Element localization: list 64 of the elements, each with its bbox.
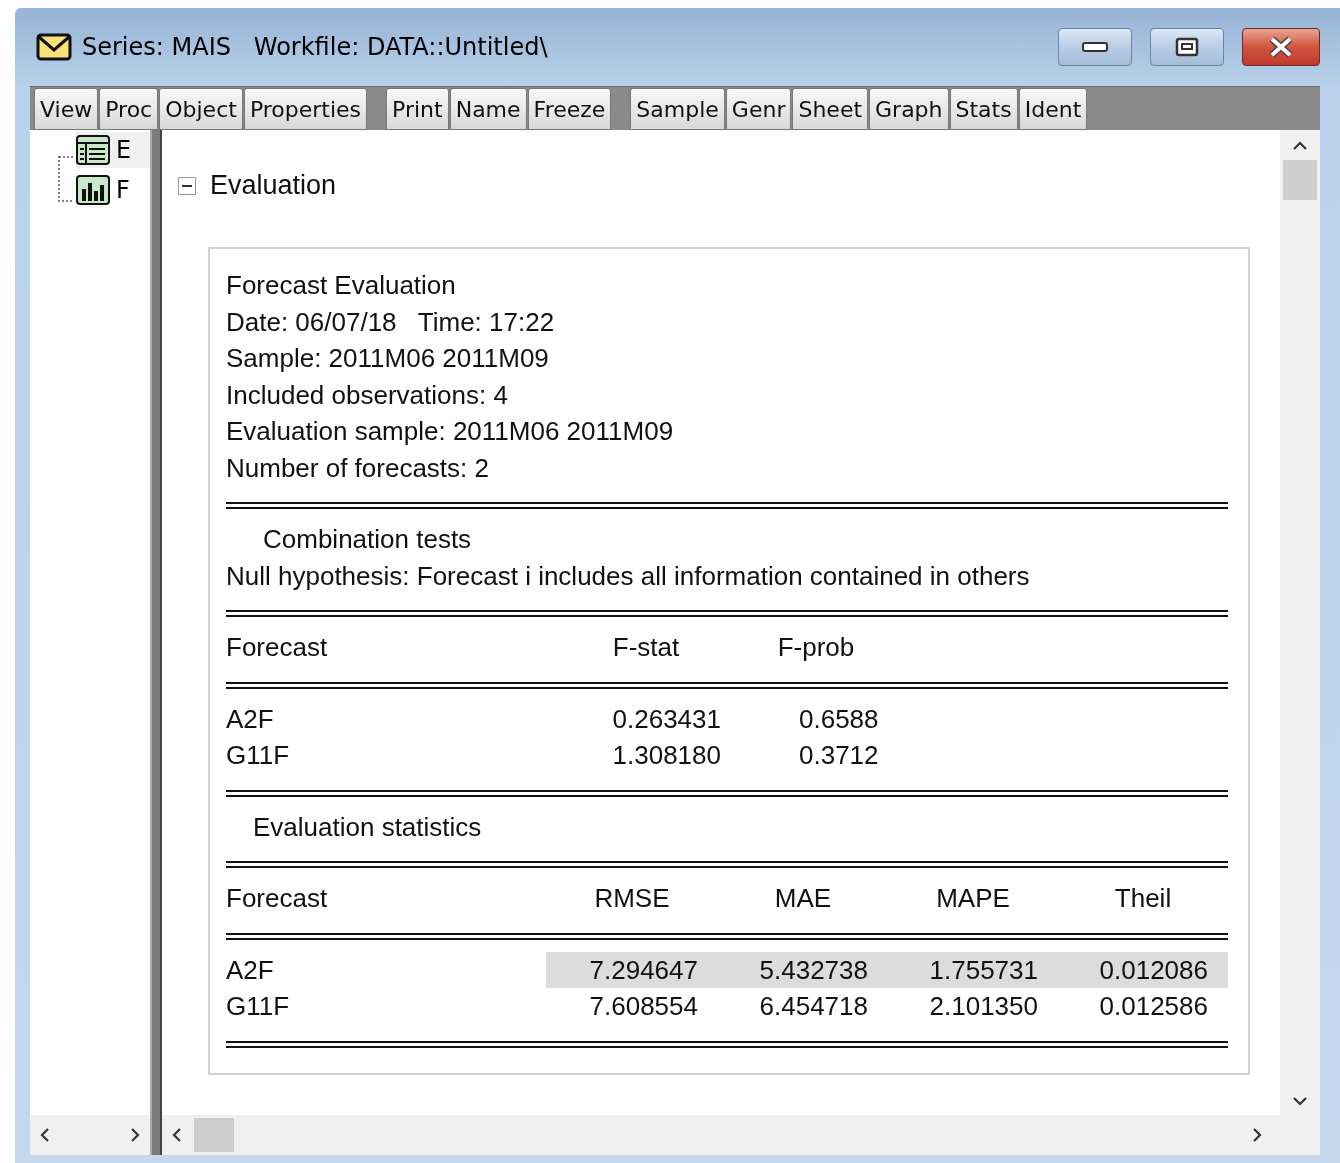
column-header: F-prob — [776, 631, 856, 664]
table-cell-text: 0.012586 — [1098, 990, 1209, 1023]
envelope-icon — [36, 33, 72, 61]
table-cell: 7.294647 — [546, 951, 718, 988]
report-line: Included observations: 4 — [226, 378, 509, 412]
toolbar-button[interactable]: Ident — [1018, 88, 1088, 130]
minimize-icon — [1082, 42, 1108, 52]
table-cell-text: A2F — [226, 953, 275, 987]
toolbar-button[interactable]: Proc — [99, 88, 159, 130]
report-line: Forecast Evaluation — [226, 269, 457, 302]
table-cell-text: 0.3712 — [798, 739, 880, 772]
table-cell-text: 1.308180 — [611, 739, 721, 772]
table-title: Evaluation statistics — [252, 810, 483, 844]
collapse-toggle[interactable] — [178, 176, 196, 195]
toolbar-button[interactable]: Name — [449, 88, 527, 130]
close-button[interactable] — [1242, 28, 1320, 66]
column-header: MAE — [773, 882, 833, 915]
table-icon — [76, 135, 110, 165]
maximize-icon — [1175, 37, 1199, 57]
tree-item[interactable]: F — [76, 172, 150, 208]
table-cell-text: 2.101350 — [928, 990, 1039, 1023]
table-cell-text: A2F — [226, 702, 275, 736]
hypothesis-text: Null hypothesis: Forecast i includes all information contained in others — [226, 559, 1031, 593]
table-cell-text: G11F — [226, 990, 291, 1023]
toolbar-button[interactable]: Freeze — [527, 88, 612, 130]
table-cell-text: G11F — [226, 739, 291, 772]
column-header: RMSE — [593, 882, 671, 915]
maximize-button[interactable] — [1150, 28, 1224, 66]
report-line: Evaluation sample: 2011M06 2011M09 — [226, 415, 675, 448]
section-title: Evaluation — [210, 170, 337, 201]
scroll-thumb[interactable] — [194, 1118, 234, 1152]
table-cell-text: 7.608554 — [588, 990, 699, 1023]
window-title: Series: MAIS Workfile: DATA::Untitled\ — [82, 33, 549, 61]
toolbar-button[interactable]: Graph — [869, 88, 949, 130]
table-cell: 1.755731 — [888, 951, 1058, 988]
tree-item[interactable]: E — [76, 132, 150, 168]
report-line: Date: 06/07/18 Time: 17:22 — [226, 305, 556, 339]
toolbar-button[interactable]: Properties — [243, 88, 368, 130]
toolbar-button[interactable]: Print — [386, 88, 449, 130]
toolbar-button[interactable]: Stats — [949, 88, 1018, 130]
report-line: Number of forecasts: 2 — [226, 451, 490, 485]
toolbar-button[interactable]: View — [34, 88, 99, 130]
table-cell: 0.012086 — [1058, 951, 1228, 988]
close-icon — [1267, 36, 1295, 58]
toolbar-button[interactable]: Object — [159, 88, 243, 130]
pane-splitter[interactable] — [150, 130, 162, 1155]
table-cell: 5.432738 — [718, 951, 888, 988]
table-cell-text: 0.6588 — [798, 702, 880, 736]
column-header: Theil — [1113, 882, 1173, 915]
report-line: Sample: 2011M06 2011M09 — [226, 342, 550, 375]
toolbar-button[interactable]: Sheet — [792, 88, 869, 130]
toolbar-button[interactable]: Sample — [630, 88, 725, 130]
column-header: Forecast — [226, 631, 329, 664]
bar-chart-icon — [76, 175, 110, 205]
tree-connector — [58, 156, 74, 202]
column-header: Forecast — [226, 882, 329, 915]
toolbar-button[interactable]: Genr — [725, 88, 792, 130]
table-cell-text: 6.454718 — [758, 990, 869, 1023]
scroll-thumb[interactable] — [1283, 160, 1317, 200]
column-header: F-stat — [611, 631, 681, 664]
table-title: Combination tests — [262, 523, 473, 556]
minimize-button[interactable] — [1058, 28, 1132, 66]
table-cell-text: 0.263431 — [611, 702, 721, 736]
column-header: MAPE — [935, 882, 1011, 915]
